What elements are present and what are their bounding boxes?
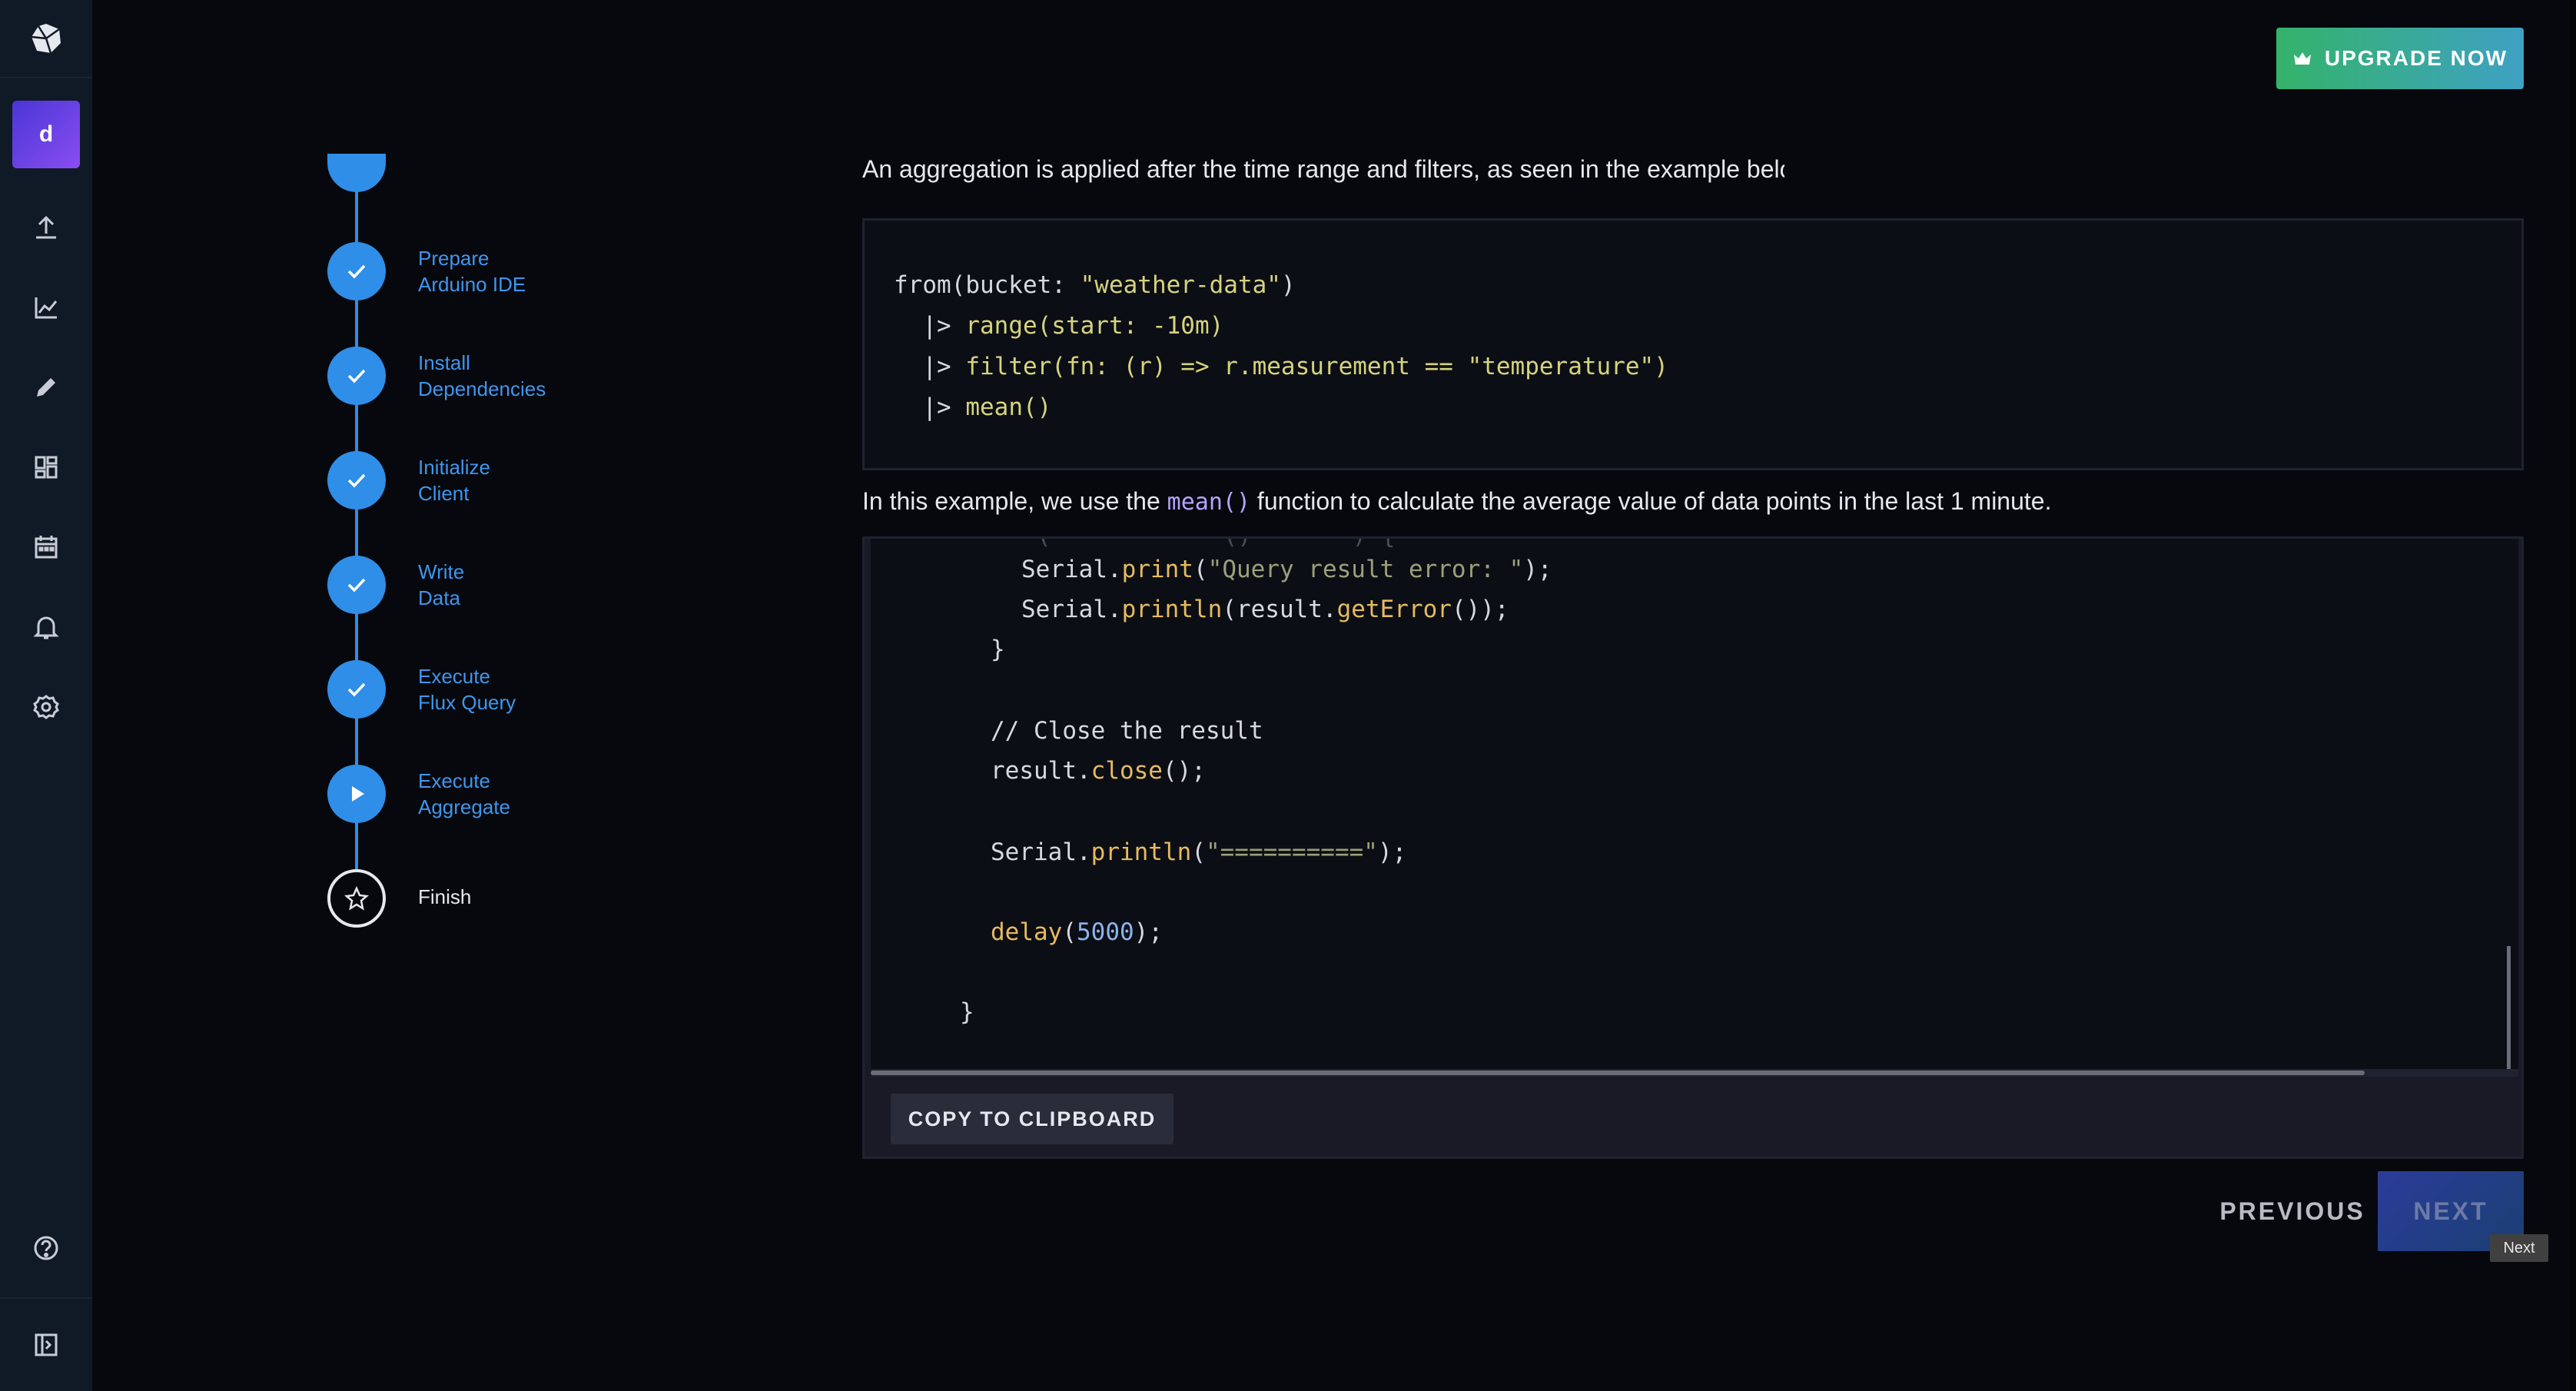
- code-comment: // Close the result: [991, 717, 1263, 745]
- para-text: function to calculate the average value …: [1250, 487, 2052, 515]
- calendar-icon[interactable]: [27, 528, 65, 566]
- step-1-done-icon[interactable]: [327, 242, 386, 300]
- upgrade-now-label: UPGRADE NOW: [2324, 46, 2508, 70]
- next-tooltip: Next: [2490, 1234, 2548, 1262]
- code-line: Serial.println("==========");: [991, 838, 1407, 866]
- code-line: |> mean(): [894, 393, 1052, 421]
- step-label-line2: Aggregate: [418, 795, 510, 818]
- step-label-line1: Execute: [418, 769, 490, 792]
- avatar-letter: d: [38, 121, 54, 147]
- gear-icon[interactable]: [27, 688, 65, 726]
- step-4-done-icon[interactable]: [327, 556, 386, 614]
- step-label-line1: Finish: [418, 885, 472, 908]
- inline-code: mean(): [1167, 489, 1251, 516]
- graph-icon[interactable]: [27, 288, 65, 327]
- horizontal-scrollbar[interactable]: [871, 1069, 2518, 1077]
- code-line: }: [991, 636, 1005, 663]
- influxdb-logo-icon[interactable]: [0, 0, 92, 78]
- step-install-dependencies[interactable]: Install Dependencies: [418, 350, 649, 402]
- step-2-done-icon[interactable]: [327, 347, 386, 405]
- stepper-previous-step-cap: [327, 154, 386, 192]
- copy-to-clipboard-button[interactable]: COPY TO CLIPBOARD: [891, 1094, 1173, 1144]
- step-label-line2: Arduino IDE: [418, 273, 526, 296]
- bell-icon[interactable]: [27, 608, 65, 646]
- step-label-line1: Initialize: [418, 456, 490, 479]
- intro-text: An aggregation is applied after the time…: [862, 155, 1784, 183]
- intro-text-container: An aggregation is applied after the time…: [862, 151, 1784, 184]
- upload-icon[interactable]: [27, 208, 65, 247]
- step-label-line2: Flux Query: [418, 691, 516, 714]
- code-line: Serial.print("Query result error: ");: [1021, 556, 1552, 583]
- left-sidebar: d: [0, 0, 92, 1391]
- previous-button[interactable]: PREVIOUS: [2181, 1176, 2404, 1247]
- help-icon[interactable]: [27, 1229, 65, 1267]
- pencil-icon[interactable]: [27, 368, 65, 407]
- crown-icon: [2293, 52, 2311, 65]
- step-label-line1: Write: [418, 560, 465, 583]
- code-line: from(bucket: "weather-data"): [894, 271, 1296, 299]
- code-line: }: [960, 998, 974, 1026]
- step-execute-flux-query[interactable]: Execute Flux Query: [418, 663, 649, 715]
- code-line: delay(5000);: [991, 918, 1163, 946]
- step-finish[interactable]: Finish: [418, 884, 649, 910]
- step-label-line1: Prepare: [418, 247, 490, 270]
- horizontal-scrollbar-thumb[interactable]: [871, 1071, 2365, 1075]
- page-scrollbar-track[interactable]: [2570, 0, 2576, 1391]
- dashboard-icon[interactable]: [27, 448, 65, 486]
- step-label-line2: Data: [418, 586, 460, 609]
- code-line: |> filter(fn: (r) => r.measurement == "t…: [894, 353, 1668, 380]
- step-5-done-icon[interactable]: [327, 660, 386, 719]
- arduino-code-block[interactable]: ( () ) { Serial.print("Query result erro…: [871, 539, 2518, 1069]
- step-write-data[interactable]: Write Data: [418, 559, 649, 611]
- step-initialize-client[interactable]: Initialize Client: [418, 454, 649, 506]
- step-3-done-icon[interactable]: [327, 451, 386, 510]
- para-text: In this example, we use the: [862, 487, 1167, 515]
- org-avatar[interactable]: d: [12, 101, 80, 168]
- step-execute-aggregate[interactable]: Execute Aggregate: [418, 768, 649, 820]
- upgrade-now-button[interactable]: UPGRADE NOW: [2276, 28, 2524, 89]
- explanation-paragraph: In this example, we use the mean() funct…: [862, 487, 2051, 516]
- step-label-line1: Execute: [418, 665, 490, 688]
- step-prepare-arduino-ide[interactable]: Prepare Arduino IDE: [418, 245, 649, 297]
- vertical-scrollbar[interactable]: [2507, 946, 2511, 1069]
- step-6-current-play-icon[interactable]: [327, 765, 386, 823]
- step-label-line1: Install: [418, 351, 470, 374]
- step-7-star-icon[interactable]: [327, 869, 386, 928]
- flux-code-block: from(bucket: "weather-data") |> range(st…: [862, 218, 2524, 470]
- code-line: result.close();: [991, 757, 1206, 785]
- step-label-line2: Client: [418, 482, 470, 505]
- code-line: |> range(start: -10m): [894, 312, 1224, 340]
- code-line: Serial.println(result.getError());: [1021, 596, 1509, 623]
- arduino-code-panel: ( () ) { Serial.print("Query result erro…: [862, 536, 2524, 1159]
- collapse-sidebar-icon[interactable]: [0, 1297, 92, 1391]
- step-label-line2: Dependencies: [418, 377, 546, 400]
